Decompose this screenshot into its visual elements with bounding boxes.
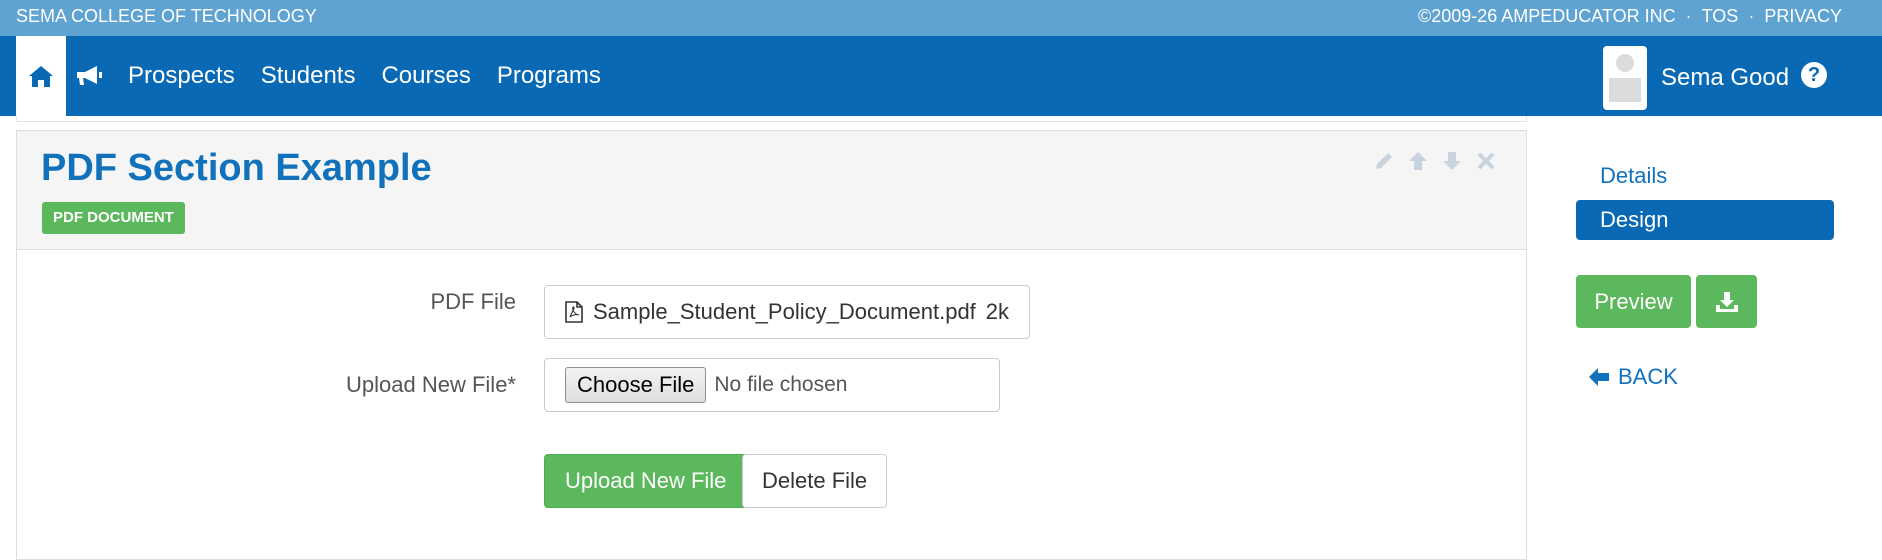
sidebar-item-details[interactable]: Details <box>1576 156 1834 196</box>
download-icon <box>1715 291 1738 312</box>
pdf-file-link[interactable]: Sample_Student_Policy_Document.pdf 2k <box>544 285 1031 339</box>
download-button[interactable] <box>1696 275 1757 328</box>
copyright-text: ©2009-26 AMPEDUCATOR INC <box>1417 6 1676 26</box>
separator: · <box>1748 6 1755 26</box>
home-button[interactable] <box>16 36 66 116</box>
nav-item-students[interactable]: Students <box>261 62 356 90</box>
file-upload-input[interactable]: Choose File No file chosen <box>544 358 1000 412</box>
nav-item-programs[interactable]: Programs <box>497 62 601 90</box>
organization-name: SEMA COLLEGE OF TECHNOLOGY <box>16 6 317 26</box>
megaphone-icon <box>77 66 102 85</box>
nav-item-prospects[interactable]: Prospects <box>128 62 235 90</box>
pencil-icon <box>1376 153 1392 169</box>
edit-button[interactable] <box>1372 149 1396 173</box>
arrow-left-icon <box>1589 368 1609 386</box>
top-strip-links: ©2009-26 AMPEDUCATOR INC · TOS · PRIVACY <box>1418 0 1842 32</box>
privacy-link[interactable]: PRIVACY <box>1764 0 1842 32</box>
back-label: BACK <box>1618 364 1678 389</box>
section-title: PDF Section Example <box>41 147 432 189</box>
delete-file-button[interactable]: Delete File <box>742 454 888 508</box>
announcements-button[interactable] <box>74 60 106 92</box>
arrow-up-icon <box>1409 152 1427 170</box>
section-tools <box>1372 149 1498 173</box>
help-icon[interactable]: ? <box>1801 62 1827 88</box>
home-icon <box>29 66 53 87</box>
user-menu[interactable]: Sema Good <box>1603 46 1789 110</box>
section-type-badge: PDF DOCUMENT <box>42 202 185 234</box>
pdf-file-icon <box>565 301 583 323</box>
pdf-file-label: PDF File <box>430 289 516 314</box>
preview-button[interactable]: Preview <box>1576 275 1691 328</box>
section-header: PDF Section Example PDF DOCUMENT <box>17 131 1526 250</box>
top-strip: SEMA COLLEGE OF TECHNOLOGY ©2009-26 AMPE… <box>0 0 1882 36</box>
arrow-down-icon <box>1443 152 1461 170</box>
upload-file-label: Upload New File* <box>346 372 516 397</box>
pdf-file-size: 2k <box>985 299 1010 324</box>
upload-new-file-button[interactable]: Upload New File <box>544 454 748 508</box>
tos-link[interactable]: TOS <box>1702 0 1739 32</box>
avatar <box>1603 46 1647 110</box>
separator: · <box>1685 6 1692 26</box>
main-nav: Prospects Students Courses Programs Sema… <box>0 36 1882 116</box>
user-name: Sema Good <box>1661 64 1790 91</box>
remove-button[interactable] <box>1474 149 1498 173</box>
sidebar-item-design[interactable]: Design <box>1576 200 1834 240</box>
pdf-filename: Sample_Student_Policy_Document.pdf <box>593 299 976 324</box>
no-file-chosen-text: No file chosen <box>714 373 848 396</box>
section-panel: PDF Section Example PDF DOCUMENT PDF Fil… <box>16 130 1527 560</box>
nav-item-courses[interactable]: Courses <box>381 62 470 90</box>
move-down-button[interactable] <box>1440 149 1464 173</box>
nav-links: Prospects Students Courses Programs <box>128 36 601 116</box>
move-up-button[interactable] <box>1406 149 1430 173</box>
previous-section-edge <box>16 116 1527 122</box>
close-icon <box>1477 152 1495 170</box>
back-link[interactable]: BACK <box>1588 364 1678 390</box>
choose-file-button[interactable]: Choose File <box>565 367 707 403</box>
